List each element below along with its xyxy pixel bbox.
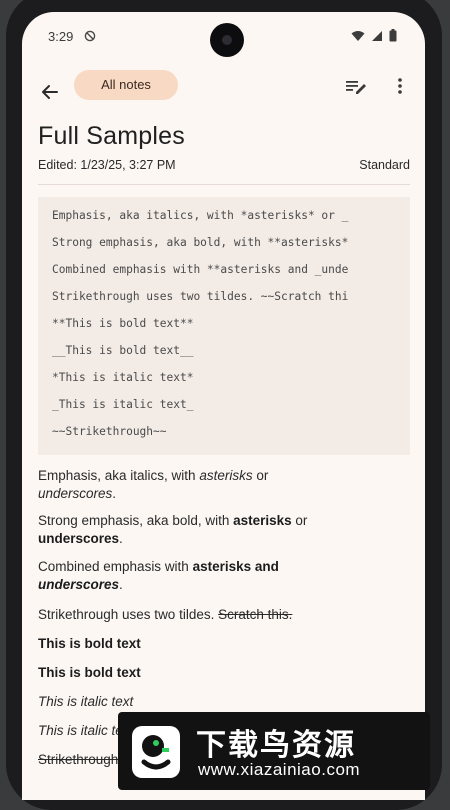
- paragraph-strikethrough: Strikethrough uses two tildes. Scratch t…: [38, 607, 293, 622]
- wifi-icon: [351, 29, 365, 47]
- bold-line: This is bold text: [38, 665, 141, 680]
- bold-text: asterisks: [233, 513, 292, 528]
- note-title[interactable]: Full Samples: [38, 122, 185, 151]
- code-line: Strong emphasis, aka bold, with **asteri…: [52, 236, 349, 249]
- italic-line: This is italic text: [38, 694, 134, 709]
- top-app-bar: All notes: [22, 70, 425, 126]
- bold-italic-text: underscores: [38, 576, 120, 592]
- all-notes-chip[interactable]: All notes: [74, 70, 178, 100]
- more-vert-icon[interactable]: [394, 76, 406, 96]
- code-line: *This is italic text*: [52, 371, 194, 384]
- code-line: ~~Strikethrough~~: [52, 425, 167, 438]
- front-camera: [210, 23, 244, 57]
- view-mode-label[interactable]: Standard: [359, 158, 410, 172]
- bold-text: underscores: [38, 530, 120, 546]
- signal-icon: [371, 29, 383, 47]
- code-line: Emphasis, aka italics, with *asterisks* …: [52, 209, 349, 222]
- bold-text: asterisks and: [192, 559, 279, 574]
- italic-text: underscores: [38, 485, 113, 501]
- code-line: Strikethrough uses two tildes. ~~Scratch…: [52, 290, 349, 303]
- paragraph-combined: Combined emphasis with asterisks and und…: [38, 559, 279, 592]
- code-block[interactable]: Emphasis, aka italics, with *asterisks* …: [38, 197, 410, 455]
- code-line: __This is bold text__: [52, 344, 194, 357]
- app-screen: 3:29 All notes Full Samples Edited: 1/23…: [22, 12, 425, 800]
- back-arrow-icon[interactable]: [36, 78, 64, 106]
- divider: [38, 184, 410, 185]
- code-line: Combined emphasis with **asterisks and _…: [52, 263, 349, 276]
- paragraph-strong: Strong emphasis, aka bold, with asterisk…: [38, 513, 308, 546]
- bold-line: This is bold text: [38, 636, 141, 651]
- strikethrough-text: Scratch this.: [218, 607, 293, 622]
- watermark-logo-icon: [132, 726, 180, 778]
- watermark-url: www.xiazainiao.com: [198, 760, 361, 779]
- battery-icon: [389, 29, 397, 47]
- code-line: _This is italic text_: [52, 398, 194, 411]
- edited-timestamp: Edited: 1/23/25, 3:27 PM: [38, 158, 176, 172]
- paragraph-emphasis: Emphasis, aka italics, with asterisks or…: [38, 468, 269, 501]
- code-line: **This is bold text**: [52, 317, 194, 330]
- status-time: 3:29: [48, 29, 74, 44]
- watermark-name: 下载鸟资源: [196, 729, 356, 762]
- dnd-icon: [84, 29, 96, 47]
- watermark-banner: 下载鸟资源 www.xiazainiao.com: [118, 712, 430, 790]
- edit-icon[interactable]: [344, 76, 368, 96]
- italic-text: asterisks: [199, 468, 253, 483]
